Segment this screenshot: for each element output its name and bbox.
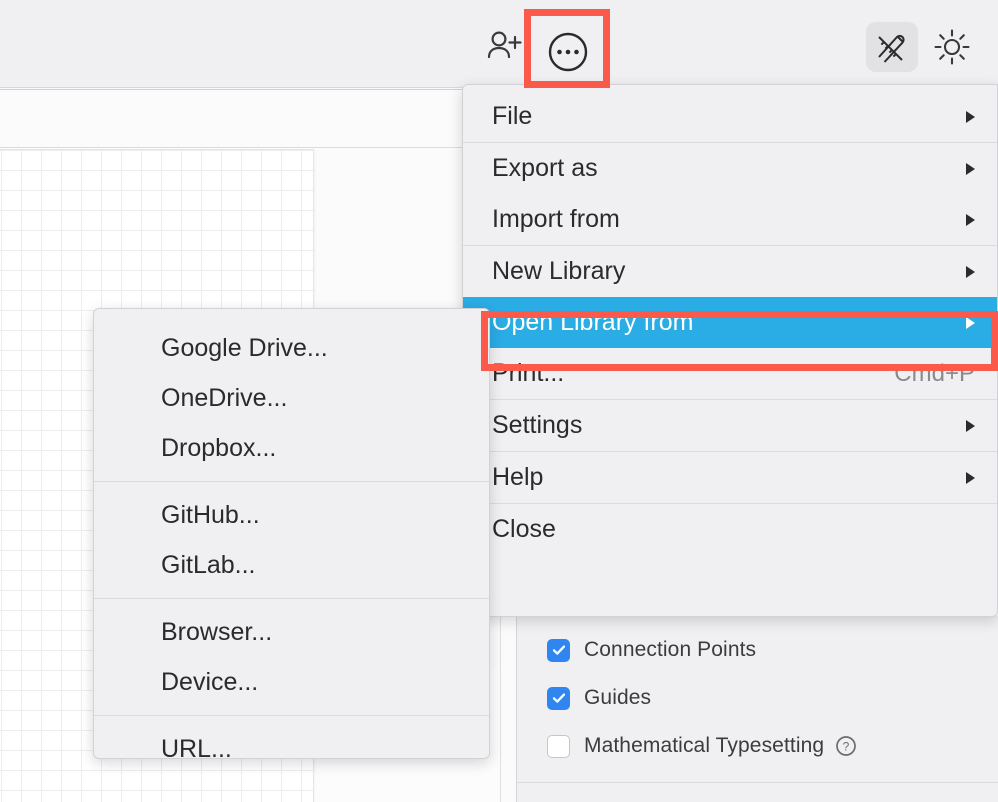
menu-item-label: GitLab...	[161, 551, 256, 580]
menu-separator	[94, 598, 489, 599]
sun-icon[interactable]	[928, 24, 976, 70]
menu-item-label: Print...	[492, 359, 564, 388]
chevron-right-icon	[966, 317, 975, 329]
submenu-item-device[interactable]: Device...	[94, 657, 489, 707]
add-person-icon[interactable]	[484, 26, 526, 66]
menu-item-label: GitHub...	[161, 501, 260, 530]
view-options-group: Connection Points Guides Mathematical Type…	[517, 616, 998, 783]
menu-item-open-library-from[interactable]: Open Library from	[463, 297, 997, 348]
view-option-row[interactable]: Guides	[517, 674, 998, 722]
chevron-right-icon	[966, 163, 975, 175]
chevron-right-icon	[966, 266, 975, 278]
format-panel-scrollbar[interactable]	[500, 616, 516, 802]
menu-item-label: Dropbox...	[161, 434, 276, 463]
menu-item-label: Device...	[161, 668, 258, 697]
menu-item-print[interactable]: Print... Cmd+P	[463, 348, 997, 399]
menu-item-label: File	[492, 102, 532, 131]
menu-item-label: URL...	[161, 735, 232, 764]
view-option-label: Guides	[584, 686, 651, 710]
menu-separator	[94, 481, 489, 482]
chevron-right-icon	[966, 111, 975, 123]
checkbox-guides[interactable]	[547, 687, 570, 710]
submenu-item-gitlab[interactable]: GitLab...	[94, 540, 489, 590]
menu-item-new-library[interactable]: New Library	[463, 246, 997, 297]
menu-item-label: Close	[492, 515, 556, 544]
app-window: Connection Points Guides Mathematical Type…	[0, 0, 998, 802]
view-option-row[interactable]: Mathematical Typesetting?	[517, 722, 998, 770]
menu-item-label: Import from	[492, 205, 620, 234]
top-toolbar	[0, 0, 998, 88]
more-options-menu[interactable]: File Export as Import from New Library Open …	[462, 84, 998, 617]
pencil-ruler-icon[interactable]	[866, 22, 918, 72]
submenu-item-onedrive[interactable]: OneDrive...	[94, 373, 489, 423]
menu-item-label: Google Drive...	[161, 334, 328, 363]
menu-item-label: OneDrive...	[161, 384, 287, 413]
checkbox-mathematical-typesetting[interactable]	[547, 735, 570, 758]
menu-item-label: Open Library from	[492, 308, 693, 337]
svg-text:?: ?	[843, 740, 850, 754]
view-option-label: Mathematical Typesetting	[584, 734, 824, 758]
help-circle-icon[interactable]: ?	[835, 735, 857, 757]
checkbox-connection-points[interactable]	[547, 639, 570, 662]
menu-item-label: Help	[492, 463, 543, 492]
submenu-item-github[interactable]: GitHub...	[94, 490, 489, 540]
menu-item-settings[interactable]: Settings	[463, 400, 997, 451]
menu-item-label: Settings	[492, 411, 582, 440]
menu-item-label: New Library	[492, 257, 625, 286]
submenu-item-dropbox[interactable]: Dropbox...	[94, 423, 489, 473]
menu-item-label: Browser...	[161, 618, 272, 647]
open-library-from-submenu[interactable]: Google Drive... OneDrive... Dropbox... GitH…	[93, 308, 490, 759]
menu-item-help[interactable]: Help	[463, 452, 997, 503]
chevron-right-icon	[966, 472, 975, 484]
ellipsis-circle-icon[interactable]	[543, 27, 593, 77]
menu-item-shortcut: Cmd+P	[894, 360, 975, 388]
menu-item-export-as[interactable]: Export as	[463, 143, 997, 194]
submenu-item-url[interactable]: URL...	[94, 724, 489, 774]
menu-separator	[94, 715, 489, 716]
view-option-row[interactable]: Connection Points	[517, 626, 998, 674]
chevron-right-icon	[966, 420, 975, 432]
chevron-right-icon	[966, 214, 975, 226]
menu-item-file[interactable]: File	[463, 91, 997, 142]
format-panel: Connection Points Guides Mathematical Type…	[516, 616, 998, 802]
submenu-item-browser[interactable]: Browser...	[94, 607, 489, 657]
menu-item-import-from[interactable]: Import from	[463, 194, 997, 245]
menu-item-close[interactable]: Close	[463, 504, 997, 555]
view-option-label: Connection Points	[584, 638, 756, 662]
submenu-item-google-drive[interactable]: Google Drive...	[94, 323, 489, 373]
menu-item-label: Export as	[492, 154, 598, 183]
